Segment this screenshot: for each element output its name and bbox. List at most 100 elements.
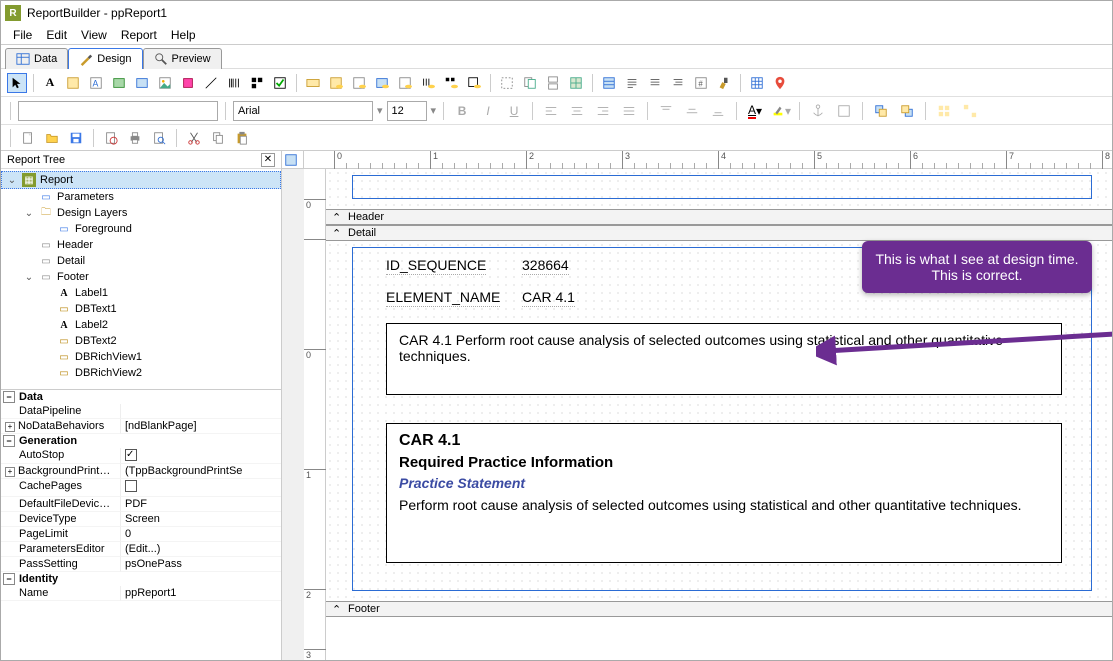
minus-icon[interactable]: − xyxy=(3,391,15,403)
shape-tool[interactable] xyxy=(178,73,198,93)
bold-button[interactable]: B xyxy=(451,101,473,121)
tree-item[interactable]: ▭Header xyxy=(1,237,281,253)
map-tool[interactable] xyxy=(770,73,790,93)
prop-row[interactable]: PageLimit0 xyxy=(1,527,281,542)
tree-item[interactable]: ⌄🗀Design Layers xyxy=(1,205,281,221)
menu-edit[interactable]: Edit xyxy=(40,26,73,44)
plus-icon[interactable]: + xyxy=(5,467,15,477)
prop-row[interactable]: AutoStop xyxy=(1,448,281,464)
dbrichtext-tool[interactable] xyxy=(349,73,369,93)
tree-item[interactable]: ▭Detail xyxy=(1,253,281,269)
image-tool[interactable] xyxy=(155,73,175,93)
tab-preview[interactable]: Preview xyxy=(143,48,222,69)
bring-front-button[interactable] xyxy=(870,101,892,121)
expand-icon[interactable]: ⌄ xyxy=(23,208,35,219)
send-back-button[interactable] xyxy=(896,101,918,121)
printpreview-button[interactable] xyxy=(149,128,169,148)
valign-bottom-button[interactable] xyxy=(707,101,729,121)
header-band-bar[interactable]: ⌃ Header xyxy=(326,209,1112,225)
vertical-ruler[interactable]: 00123 xyxy=(304,169,326,660)
prop-row[interactable]: DataPipeline xyxy=(1,404,281,419)
collapse-icon[interactable]: ⌃ xyxy=(332,227,342,240)
object-combo[interactable] xyxy=(18,101,218,121)
label-id-sequence[interactable]: ID_SEQUENCE xyxy=(386,257,486,275)
dbtext-id-sequence[interactable]: 328664 xyxy=(522,257,569,275)
dbrichview1[interactable]: CAR 4.1 Perform root cause analysis of s… xyxy=(386,323,1062,395)
expand-icon[interactable]: ⌄ xyxy=(23,272,35,283)
checkbox-icon[interactable] xyxy=(125,449,137,461)
table-tool[interactable] xyxy=(599,73,619,93)
design-surface[interactable]: ⌃ Header ⌃ Detail ID_SEQUENCE 328664 ELE… xyxy=(326,169,1112,660)
paste-button[interactable] xyxy=(232,128,252,148)
checkbox-tool[interactable] xyxy=(270,73,290,93)
collapse-icon[interactable]: ⌃ xyxy=(332,211,342,224)
tree-item[interactable]: ALabel1 xyxy=(1,285,281,301)
align-left-button[interactable] xyxy=(540,101,562,121)
tree-root[interactable]: ⌄ ▦ Report xyxy=(1,171,281,189)
detail-band-bar[interactable]: ⌃ Detail xyxy=(326,225,1112,241)
fontcolor-button[interactable]: A ▾ xyxy=(744,101,766,121)
label-element-name[interactable]: ELEMENT_NAME xyxy=(386,289,500,307)
memo-tool[interactable] xyxy=(63,73,83,93)
expand-icon[interactable]: ⌄ xyxy=(6,175,18,186)
para3-tool[interactable] xyxy=(668,73,688,93)
tree-item[interactable]: ▭Foreground xyxy=(1,221,281,237)
barcode-tool[interactable] xyxy=(224,73,244,93)
header-band-body[interactable] xyxy=(326,169,1112,209)
tree-item[interactable]: ▭DBRichView1 xyxy=(1,349,281,365)
dbmemo-tool[interactable] xyxy=(326,73,346,93)
prop-category[interactable]: −Data xyxy=(1,390,281,404)
align-right-button[interactable] xyxy=(592,101,614,121)
italic-button[interactable]: I xyxy=(477,101,499,121)
para-tool[interactable] xyxy=(622,73,642,93)
tab-design[interactable]: Design xyxy=(68,48,142,69)
prop-row[interactable]: DeviceTypeScreen xyxy=(1,512,281,527)
prop-category[interactable]: −Identity xyxy=(1,572,281,586)
db2dcode-tool[interactable] xyxy=(441,73,461,93)
dbtext-tool[interactable] xyxy=(303,73,323,93)
valign-middle-button[interactable] xyxy=(681,101,703,121)
dbcheckbox-tool[interactable] xyxy=(464,73,484,93)
ungroup-button[interactable] xyxy=(959,101,981,121)
tree-item[interactable]: ▭DBText2 xyxy=(1,333,281,349)
grid-tool[interactable] xyxy=(747,73,767,93)
tree-item[interactable]: ALabel2 xyxy=(1,317,281,333)
align-justify-button[interactable] xyxy=(618,101,640,121)
footer-band-bar[interactable]: ⌃ Footer xyxy=(326,601,1112,617)
tab-data[interactable]: Data xyxy=(5,48,68,69)
copy-button[interactable] xyxy=(208,128,228,148)
ruler-toggle-icon[interactable] xyxy=(284,153,298,167)
group-button[interactable] xyxy=(933,101,955,121)
qrcode-tool[interactable] xyxy=(247,73,267,93)
dbcalc-tool[interactable] xyxy=(372,73,392,93)
menu-help[interactable]: Help xyxy=(165,26,202,44)
align-center-button[interactable] xyxy=(566,101,588,121)
border-button[interactable] xyxy=(833,101,855,121)
horizontal-ruler[interactable]: 012345678 xyxy=(304,151,1112,169)
prop-row[interactable]: NameppReport1 xyxy=(1,586,281,601)
variable-tool[interactable] xyxy=(132,73,152,93)
properties-panel[interactable]: −DataDataPipeline+NoDataBehaviors[ndBlan… xyxy=(1,389,281,660)
minus-icon[interactable]: − xyxy=(3,573,15,585)
prop-row[interactable]: DefaultFileDeviceTypePDF xyxy=(1,497,281,512)
cut-button[interactable] xyxy=(184,128,204,148)
menu-file[interactable]: File xyxy=(7,26,38,44)
save-button[interactable] xyxy=(66,128,86,148)
menu-report[interactable]: Report xyxy=(115,26,163,44)
para2-tool[interactable] xyxy=(645,73,665,93)
close-panel-button[interactable]: ✕ xyxy=(261,153,275,167)
richtext-tool[interactable]: A xyxy=(86,73,106,93)
valign-top-button[interactable] xyxy=(655,101,677,121)
dbtext-element-name[interactable]: CAR 4.1 xyxy=(522,289,575,307)
underline-button[interactable]: U xyxy=(503,101,525,121)
prop-row[interactable]: CachePages xyxy=(1,479,281,497)
pagenum-tool[interactable]: # xyxy=(691,73,711,93)
detail-band-body[interactable]: ID_SEQUENCE 328664 ELEMENT_NAME CAR 4.1 … xyxy=(326,241,1112,601)
line-tool[interactable] xyxy=(201,73,221,93)
print-button[interactable] xyxy=(125,128,145,148)
dbrichview2[interactable]: CAR 4.1 Required Practice Information Pr… xyxy=(386,423,1062,563)
font-combo[interactable] xyxy=(233,101,373,121)
sysvar-tool[interactable] xyxy=(109,73,129,93)
minus-icon[interactable]: − xyxy=(3,435,15,447)
dbimage-tool[interactable] xyxy=(395,73,415,93)
